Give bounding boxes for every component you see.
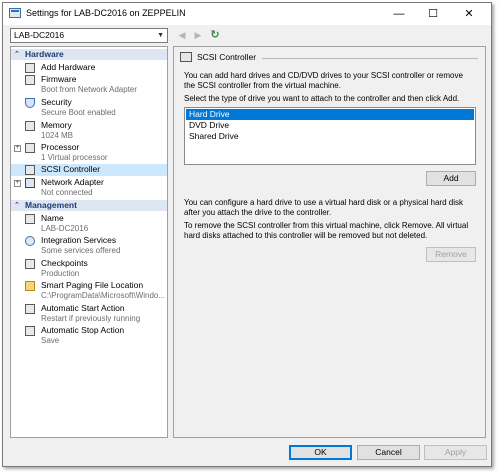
- sidebar-item-sublabel: Restart if previously running: [41, 314, 141, 323]
- management-header-label: Management: [25, 200, 77, 210]
- sidebar-item-scsi-controller[interactable]: SCSI Controller: [11, 164, 167, 176]
- sidebar-item-label: Memory: [41, 120, 72, 130]
- drive-option-dvd-drive[interactable]: DVD Drive: [186, 120, 474, 131]
- automatic-stop-icon: [25, 326, 35, 336]
- sidebar-item-sublabel: LAB-DC2016: [41, 224, 89, 233]
- sidebar-item-smart-paging[interactable]: Smart Paging File Location C:\ProgramDat…: [11, 280, 167, 302]
- header-divider: [262, 58, 478, 59]
- sidebar-item-integration-services[interactable]: Integration Services Some services offer…: [11, 235, 167, 257]
- sidebar-item-label: Automatic Start Action: [41, 303, 125, 313]
- sidebar-item-network-adapter[interactable]: + Network Adapter Not connected: [11, 177, 167, 199]
- sidebar-item-sublabel: Production: [41, 269, 80, 278]
- panel-title: SCSI Controller: [197, 52, 257, 62]
- sidebar-item-label: Checkpoints: [41, 258, 88, 268]
- ok-button[interactable]: OK: [289, 445, 352, 460]
- chevron-down-icon: ▼: [157, 32, 164, 39]
- sidebar-item-label: SCSI Controller: [41, 164, 101, 174]
- sidebar-item-label: Smart Paging File Location: [41, 280, 144, 290]
- sidebar-item-label: Security: [41, 97, 72, 107]
- drive-type-list[interactable]: Hard Drive DVD Drive Shared Drive: [184, 107, 476, 165]
- sidebar-item-add-hardware[interactable]: Add Hardware: [11, 62, 167, 74]
- add-hardware-icon: [25, 63, 35, 73]
- sidebar-item-label: Network Adapter: [41, 177, 104, 187]
- forward-arrow-icon[interactable]: ▶: [192, 29, 204, 41]
- processor-icon: [25, 143, 35, 153]
- settings-app-icon: [9, 8, 21, 18]
- remove-button[interactable]: Remove: [426, 247, 476, 262]
- hardware-header-label: Hardware: [25, 49, 64, 59]
- expand-plus-icon[interactable]: +: [14, 180, 21, 187]
- refresh-icon[interactable]: ↻: [209, 29, 221, 41]
- sidebar-item-sublabel: 1024 MB: [41, 131, 74, 140]
- scsi-controller-icon: [25, 165, 35, 175]
- management-section-header[interactable]: ⌃ Management: [11, 200, 167, 211]
- intro-text: You can add hard drives and CD/DVD drive…: [184, 71, 463, 90]
- window-title: Settings for LAB-DC2016 on ZEPPELIN: [26, 8, 186, 18]
- panel-header: SCSI Controller: [180, 52, 478, 64]
- maximize-button[interactable]: ☐: [417, 3, 449, 25]
- expand-plus-icon[interactable]: +: [14, 145, 21, 152]
- sidebar-item-firmware[interactable]: Firmware Boot from Network Adapter: [11, 74, 167, 96]
- sidebar-item-sublabel: Save: [41, 336, 60, 345]
- remove-text: To remove the SCSI controller from this …: [184, 221, 469, 240]
- close-button[interactable]: ✕: [453, 3, 485, 25]
- sidebar-item-label: Add Hardware: [41, 62, 96, 72]
- integration-services-icon: [25, 236, 35, 246]
- folder-icon: [25, 281, 35, 291]
- sidebar-item-label: Integration Services: [41, 235, 117, 245]
- sidebar-item-sublabel: Boot from Network Adapter: [41, 85, 138, 94]
- collapse-chevron-icon: ⌃: [14, 51, 20, 58]
- memory-icon: [25, 121, 35, 131]
- checkpoints-icon: [25, 259, 35, 269]
- vm-selector-dropdown[interactable]: LAB-DC2016 ▼: [10, 28, 168, 43]
- drive-option-shared-drive[interactable]: Shared Drive: [186, 131, 474, 142]
- sidebar-item-sublabel: Not connected: [41, 188, 93, 197]
- network-adapter-icon: [25, 178, 35, 188]
- sidebar-item-security[interactable]: Security Secure Boot enabled: [11, 97, 167, 119]
- sidebar-item-memory[interactable]: Memory 1024 MB: [11, 120, 167, 142]
- vm-selector-value: LAB-DC2016: [14, 30, 65, 40]
- sidebar-item-sublabel: Some services offered: [41, 246, 121, 255]
- scsi-controller-panel: SCSI Controller You can add hard drives …: [173, 46, 486, 438]
- settings-tree: ⌃ Hardware Add Hardware Firmware Boot fr…: [10, 46, 168, 438]
- add-button[interactable]: Add: [426, 171, 476, 186]
- sidebar-item-processor[interactable]: + Processor 1 Virtual processor: [11, 142, 167, 164]
- minimize-button[interactable]: —: [383, 3, 415, 25]
- drive-option-hard-drive[interactable]: Hard Drive: [186, 109, 474, 120]
- settings-window: Settings for LAB-DC2016 on ZEPPELIN — ☐ …: [2, 2, 492, 467]
- sidebar-item-checkpoints[interactable]: Checkpoints Production: [11, 258, 167, 280]
- sidebar-item-sublabel: Secure Boot enabled: [41, 108, 116, 117]
- apply-button[interactable]: Apply: [424, 445, 487, 460]
- sidebar-item-name[interactable]: Name LAB-DC2016: [11, 213, 167, 235]
- collapse-chevron-icon: ⌃: [14, 202, 20, 209]
- hardware-section-header[interactable]: ⌃ Hardware: [11, 49, 167, 60]
- sidebar-item-label: Automatic Stop Action: [41, 325, 125, 335]
- sidebar-item-sublabel: 1 Virtual processor: [41, 153, 108, 162]
- sidebar-item-label: Firmware: [41, 74, 77, 84]
- name-tag-icon: [25, 214, 35, 224]
- sidebar-item-automatic-stop[interactable]: Automatic Stop Action Save: [11, 325, 167, 347]
- cancel-button[interactable]: Cancel: [357, 445, 420, 460]
- sidebar-item-label: Name: [41, 213, 64, 223]
- sidebar-item-label: Processor: [41, 142, 80, 152]
- shield-icon: [25, 98, 35, 108]
- scsi-controller-icon: [180, 52, 192, 62]
- firmware-icon: [25, 75, 35, 85]
- configure-text: You can configure a hard drive to use a …: [184, 198, 463, 217]
- sidebar-item-sublabel: C:\ProgramData\Microsoft\Windo...: [41, 291, 166, 300]
- automatic-start-icon: [25, 304, 35, 314]
- back-arrow-icon[interactable]: ◀: [176, 29, 188, 41]
- title-bar: Settings for LAB-DC2016 on ZEPPELIN — ☐ …: [3, 3, 491, 25]
- instruction-text: Select the type of drive you want to att…: [184, 94, 460, 103]
- sidebar-item-automatic-start[interactable]: Automatic Start Action Restart if previo…: [11, 303, 167, 325]
